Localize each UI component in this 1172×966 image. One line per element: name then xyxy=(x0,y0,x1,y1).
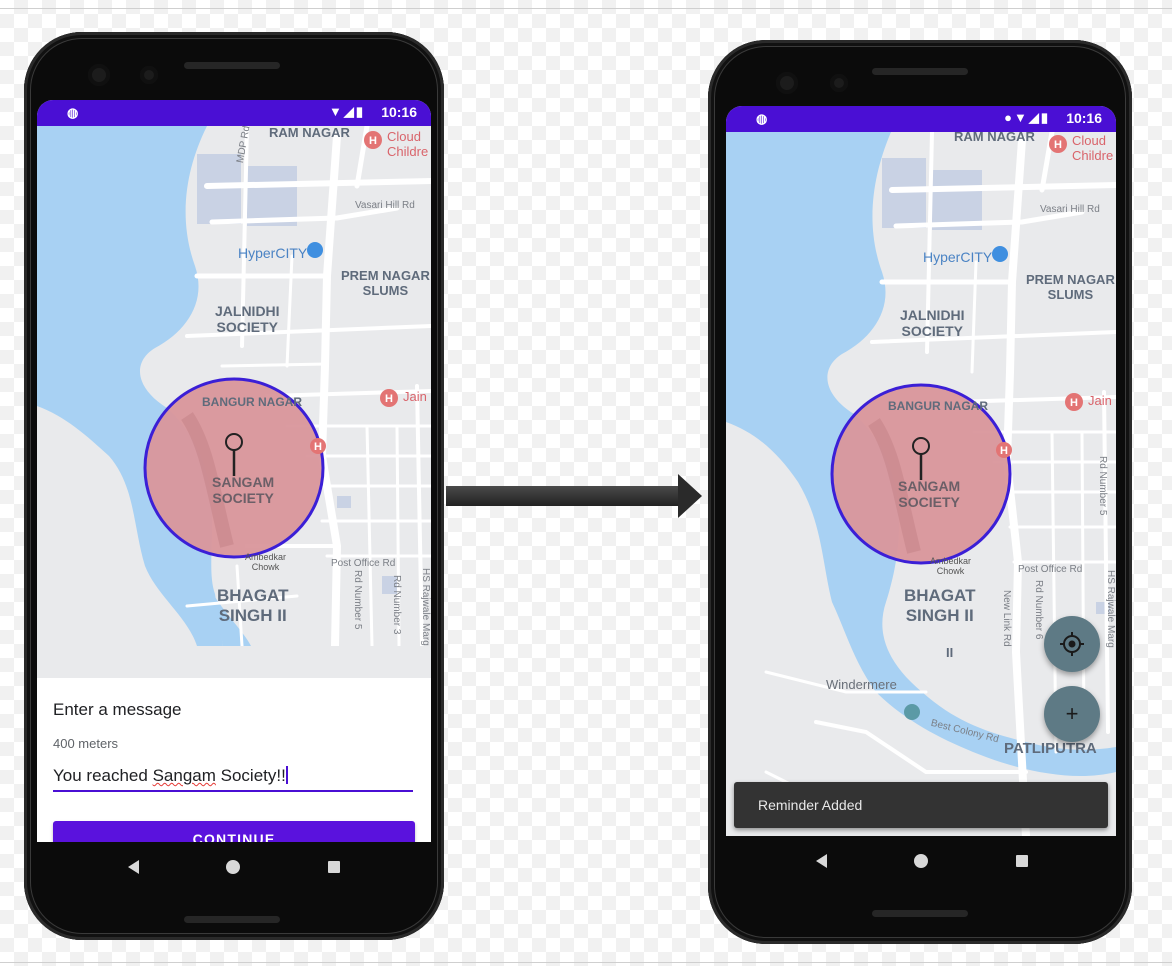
label-sangam-society: SANGAM SOCIETY xyxy=(212,474,275,507)
svg-text:H: H xyxy=(369,135,377,147)
message-input[interactable]: You reached Sangam Society!! xyxy=(53,764,413,792)
radius-text: 400 meters xyxy=(53,736,119,751)
status-bar: ◍ ▼◢▮ 10:16 xyxy=(37,100,431,126)
arrow-shaft xyxy=(446,486,680,506)
signal-icon: ◢ xyxy=(343,104,356,119)
crosshair-icon xyxy=(1060,632,1084,656)
label-ambedkar-chowk: Ambedkar Chowk xyxy=(930,556,972,577)
plus-icon: + xyxy=(1065,701,1079,726)
hypercity-marker xyxy=(992,246,1008,262)
label-rd-number-5: Rd Number 5 xyxy=(1097,456,1108,516)
label-bhagat-singh: BHAGAT SINGH II xyxy=(217,586,289,625)
label-hypercity: HyperCITY xyxy=(238,245,308,261)
label-ambedkar-chowk: Ambedkar Chowk xyxy=(245,552,287,573)
right-phone-frame: ◍ ●▼◢▮ 10:16 H H H RAM NAGAR Cloud Child… xyxy=(708,40,1132,944)
status-bar: ◍ ●▼◢▮ 10:16 xyxy=(726,106,1116,132)
location-icon: ● xyxy=(1004,110,1014,125)
svg-text:H: H xyxy=(1000,445,1008,457)
signal-icon: ◢ xyxy=(1028,110,1041,125)
status-icons: ▼◢▮ xyxy=(329,104,365,120)
home-icon[interactable] xyxy=(226,860,241,874)
label-sangam-society: SANGAM SOCIETY xyxy=(898,478,961,511)
nav-bar xyxy=(772,846,1072,876)
label-hs-rajwale: HS Rajwale Marg xyxy=(420,568,431,646)
label-post-office-rd: Post Office Rd xyxy=(331,558,396,569)
battery-icon: ▮ xyxy=(355,104,365,119)
label-bangur-nagar: BANGUR NAGAR xyxy=(202,395,302,409)
right-screen: ◍ ●▼◢▮ 10:16 H H H RAM NAGAR Cloud Child… xyxy=(726,106,1116,836)
label-cloud-children: Cloud Childre xyxy=(1072,133,1114,163)
label-hypercity: HyperCITY xyxy=(923,249,993,265)
top-speaker xyxy=(872,68,968,75)
left-screen: ◍ ▼◢▮ 10:16 H H H RAM NAGAR Cloud Childr… xyxy=(37,100,431,842)
svg-text:H: H xyxy=(385,393,393,405)
label-bangur-nagar: BANGUR NAGAR xyxy=(888,399,988,413)
front-camera xyxy=(776,72,798,94)
my-location-button[interactable] xyxy=(1044,616,1100,672)
label-rd-number-6: Rd Number 6 xyxy=(1033,580,1044,640)
front-sensor xyxy=(140,66,158,84)
bottom-speaker xyxy=(872,910,968,917)
label-ii: II xyxy=(946,645,954,660)
text-cursor xyxy=(285,766,288,784)
label-ram-nagar: RAM NAGAR xyxy=(954,129,1035,144)
label-jain: Jain xyxy=(1088,393,1112,408)
label-bhagat-singh: BHAGAT SINGH II xyxy=(904,586,976,625)
snackbar: Reminder Added xyxy=(734,782,1108,828)
label-vasari-hill-rd: Vasari Hill Rd xyxy=(355,200,415,211)
label-ram-nagar: RAM NAGAR xyxy=(269,125,350,140)
battery-icon: ▮ xyxy=(1040,110,1050,125)
top-speaker xyxy=(184,62,280,69)
label-rd-number-5: Rd Number 5 xyxy=(352,570,363,630)
label-prem-nagar: PREM NAGAR SLUMS xyxy=(1026,272,1115,302)
snackbar-text: Reminder Added xyxy=(758,797,863,813)
label-jain: Jain xyxy=(403,389,427,404)
bottom-speaker xyxy=(184,916,280,923)
wifi-icon: ▼ xyxy=(1013,110,1029,125)
transition-arrow xyxy=(446,474,706,518)
reminder-sheet: Enter a message 400 meters You reached S… xyxy=(37,678,431,842)
top-rule xyxy=(0,8,1172,9)
label-rd-number-3: Rd Number 3 xyxy=(391,575,402,635)
message-text-misspelled: Sangam xyxy=(152,766,216,785)
recents-icon[interactable] xyxy=(328,861,341,873)
label-jalnidhi: JALNIDHI SOCIETY xyxy=(900,307,965,340)
status-time: 10:16 xyxy=(1066,110,1102,126)
add-reminder-button[interactable]: + xyxy=(1044,686,1100,742)
wifi-icon: ▼ xyxy=(328,104,344,119)
back-icon[interactable] xyxy=(815,854,827,868)
arrow-head xyxy=(678,474,702,518)
status-icons: ●▼◢▮ xyxy=(1004,110,1050,126)
home-icon[interactable] xyxy=(914,854,929,868)
hypercity-marker xyxy=(307,242,323,258)
back-icon[interactable] xyxy=(127,860,139,874)
svg-text:H: H xyxy=(314,441,322,453)
label-hs-rajwale: HS Rajwale Marg xyxy=(1105,570,1116,648)
left-phone-frame: ◍ ▼◢▮ 10:16 H H H RAM NAGAR Cloud Childr… xyxy=(24,32,444,940)
message-text-suffix: Society!! xyxy=(215,766,286,785)
continue-button[interactable]: CONTINUE xyxy=(53,821,415,842)
sheet-title: Enter a message xyxy=(53,700,182,719)
svg-text:H: H xyxy=(1070,397,1078,409)
app-notification-icon: ◍ xyxy=(67,105,79,120)
label-post-office-rd: Post Office Rd xyxy=(1018,564,1083,575)
bottom-rule xyxy=(0,962,1172,963)
app-notification-icon: ◍ xyxy=(756,111,768,126)
label-windermere: Windermere xyxy=(826,677,897,692)
label-patliputra: PATLIPUTRA xyxy=(1004,740,1097,757)
front-sensor xyxy=(830,74,848,92)
message-text-prefix: You reached xyxy=(53,766,153,785)
label-prem-nagar: PREM NAGAR SLUMS xyxy=(341,268,430,298)
nav-bar xyxy=(84,852,384,882)
recents-icon[interactable] xyxy=(1016,855,1029,867)
windermere-marker xyxy=(904,704,920,720)
front-camera xyxy=(88,64,110,86)
label-new-link-rd: New Link Rd xyxy=(1001,590,1012,647)
label-vasari-hill-rd: Vasari Hill Rd xyxy=(1040,204,1100,215)
svg-text:H: H xyxy=(1054,139,1062,151)
label-jalnidhi: JALNIDHI SOCIETY xyxy=(215,303,280,336)
status-time: 10:16 xyxy=(381,104,417,120)
label-cloud-children: Cloud Childre xyxy=(387,129,429,159)
